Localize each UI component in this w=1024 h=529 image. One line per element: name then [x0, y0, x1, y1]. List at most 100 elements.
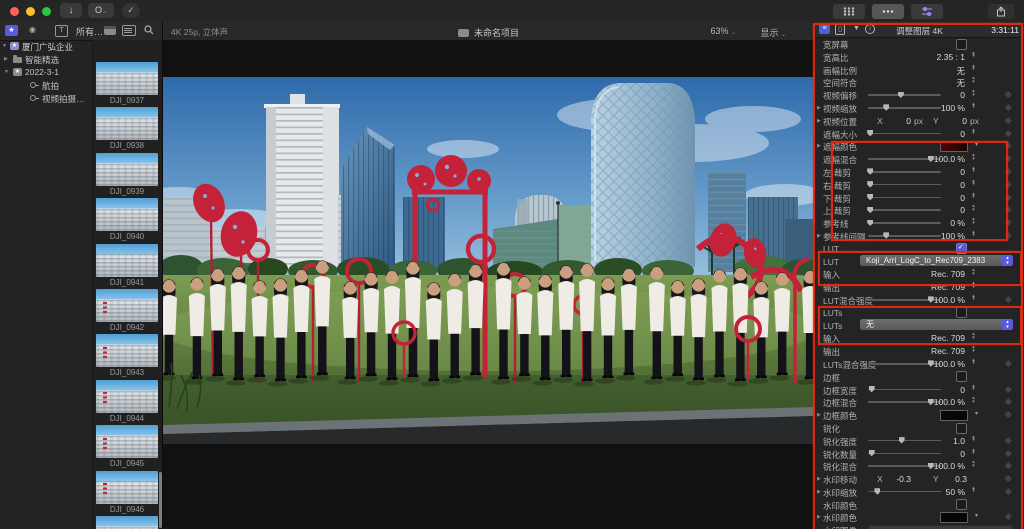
slider[interactable] [868, 389, 941, 391]
clip-item[interactable]: DJI_0937 [95, 62, 159, 105]
slider[interactable] [868, 222, 941, 224]
libraries-tab-icon[interactable]: ★ [5, 25, 18, 36]
titles-generators-tab-icon[interactable]: T [55, 25, 68, 37]
keyframe-diamond-icon[interactable] [1005, 398, 1011, 404]
popup-menu[interactable]: 无▴▾ [860, 319, 1013, 330]
keyframe-diamond-icon[interactable] [1005, 194, 1011, 200]
popup-caret-icon[interactable]: ▴▾ [1002, 255, 1013, 266]
sidebar-item-1[interactable]: ▶智能精选 [0, 53, 91, 66]
checkbox[interactable] [956, 423, 967, 434]
slider-thumb[interactable] [874, 488, 880, 494]
slider-thumb[interactable] [867, 220, 873, 226]
slider-thumb[interactable] [869, 450, 875, 456]
keyframe-diamond-icon[interactable] [1005, 475, 1011, 481]
keyframe-diamond-icon[interactable] [1005, 130, 1011, 136]
keyframe-diamond-icon[interactable] [1005, 360, 1011, 366]
slider[interactable] [868, 209, 941, 211]
clip-thumbnail[interactable] [96, 425, 158, 458]
slider[interactable] [868, 171, 941, 173]
keyframe-diamond-icon[interactable] [1005, 488, 1011, 494]
keyframe-diamond-icon[interactable] [1005, 168, 1011, 174]
slider-thumb[interactable] [883, 104, 889, 110]
disclosure-triangle-icon[interactable]: ▼ [2, 43, 7, 49]
clip-thumbnail[interactable] [96, 334, 158, 367]
sidebar-item-4[interactable]: 视频拍摄… [0, 92, 91, 105]
slider-thumb[interactable] [898, 92, 904, 98]
slider[interactable] [868, 94, 941, 96]
slider[interactable] [868, 453, 941, 455]
slider-thumb[interactable] [867, 168, 873, 174]
image-well[interactable] [868, 525, 1013, 529]
keyframe-diamond-icon[interactable] [1005, 462, 1011, 468]
clip-item[interactable]: DJI_0947 [95, 516, 159, 529]
share-button[interactable] [988, 4, 1014, 19]
keyframe-diamond-icon[interactable] [1005, 514, 1011, 520]
clip-item[interactable]: DJI_0944 [95, 380, 159, 423]
checkbox[interactable] [956, 243, 967, 254]
slider[interactable] [868, 235, 941, 237]
clip-thumbnail[interactable] [96, 516, 158, 529]
checkbox[interactable] [956, 39, 967, 50]
keyframe-diamond-icon[interactable] [1005, 142, 1011, 148]
popup-caret-icon[interactable]: ▴▾ [1002, 319, 1013, 330]
clip-item[interactable]: DJI_0945 [95, 425, 159, 468]
keyframe-diamond-icon[interactable] [1005, 296, 1011, 302]
checkbox[interactable] [956, 499, 967, 510]
clip-thumbnail[interactable] [96, 289, 158, 322]
minimize-window-button[interactable] [26, 7, 35, 16]
clip-thumbnail[interactable] [96, 153, 158, 186]
clip-thumbnail[interactable] [96, 244, 158, 277]
slider-thumb[interactable] [883, 232, 889, 238]
clip-item[interactable]: DJI_0940 [95, 198, 159, 241]
sidebar-item-3[interactable]: 航拍 [0, 79, 91, 92]
color-swatch[interactable] [940, 512, 968, 523]
slider[interactable] [868, 401, 941, 403]
close-window-button[interactable] [10, 7, 19, 16]
keyframe-diamond-icon[interactable] [1005, 181, 1011, 187]
slider[interactable] [868, 158, 941, 160]
zoom-window-button[interactable] [42, 7, 51, 16]
browser-grid-toggle-button[interactable] [833, 4, 865, 19]
slider[interactable] [868, 299, 941, 301]
slider[interactable] [868, 197, 941, 199]
keyframe-diamond-icon[interactable] [1005, 219, 1011, 225]
sidebar-library-row[interactable]: ▼★厦门广弘企业 [0, 40, 91, 53]
slider[interactable] [868, 491, 941, 493]
keyframe-diamond-icon[interactable] [1005, 155, 1011, 161]
keyframe-diamond-icon[interactable] [1005, 232, 1011, 238]
checkbox[interactable] [956, 371, 967, 382]
inspector-toggle-button[interactable] [911, 4, 943, 19]
viewer-canvas[interactable] [163, 40, 814, 529]
slider-thumb[interactable] [869, 386, 875, 392]
slider-thumb[interactable] [867, 207, 873, 213]
slider-thumb[interactable] [899, 437, 905, 443]
slider[interactable] [868, 363, 941, 365]
photos-audio-tab-icon[interactable]: ◉ [29, 25, 36, 34]
clip-appearance-icon[interactable] [104, 26, 116, 35]
color-swatch[interactable] [940, 410, 968, 421]
clip-thumbnail[interactable] [96, 471, 158, 504]
viewer-display-popup[interactable]: 显示 ⌄ [760, 26, 786, 39]
filmstrip-view-icon[interactable] [122, 25, 136, 36]
overlay-shortcut-button[interactable]: O⌄ [88, 3, 114, 18]
checkmark-button[interactable]: ✓ [122, 3, 140, 18]
clip-item[interactable]: DJI_0939 [95, 153, 159, 196]
slider-thumb[interactable] [867, 181, 873, 187]
clip-thumbnail[interactable] [96, 198, 158, 231]
slider[interactable] [868, 133, 941, 135]
clip-item[interactable]: DJI_0946 [95, 471, 159, 514]
slider[interactable] [868, 465, 941, 467]
clip-item[interactable]: DJI_0938 [95, 107, 159, 150]
download-button[interactable]: ↓ [60, 3, 82, 18]
clip-item[interactable]: DJI_0942 [95, 289, 159, 332]
keyframe-diamond-icon[interactable] [1005, 91, 1011, 97]
keyframe-diamond-icon[interactable] [1005, 386, 1011, 392]
keyframe-diamond-icon[interactable] [1005, 437, 1011, 443]
clip-thumbnail[interactable] [96, 107, 158, 140]
clip-thumbnail[interactable] [96, 62, 158, 95]
browser-list-toggle-button[interactable] [872, 4, 904, 19]
keyframe-diamond-icon[interactable] [1005, 104, 1011, 110]
keyframe-diamond-icon[interactable] [1005, 206, 1011, 212]
clip-item[interactable]: DJI_0943 [95, 334, 159, 377]
search-icon[interactable] [144, 25, 154, 37]
